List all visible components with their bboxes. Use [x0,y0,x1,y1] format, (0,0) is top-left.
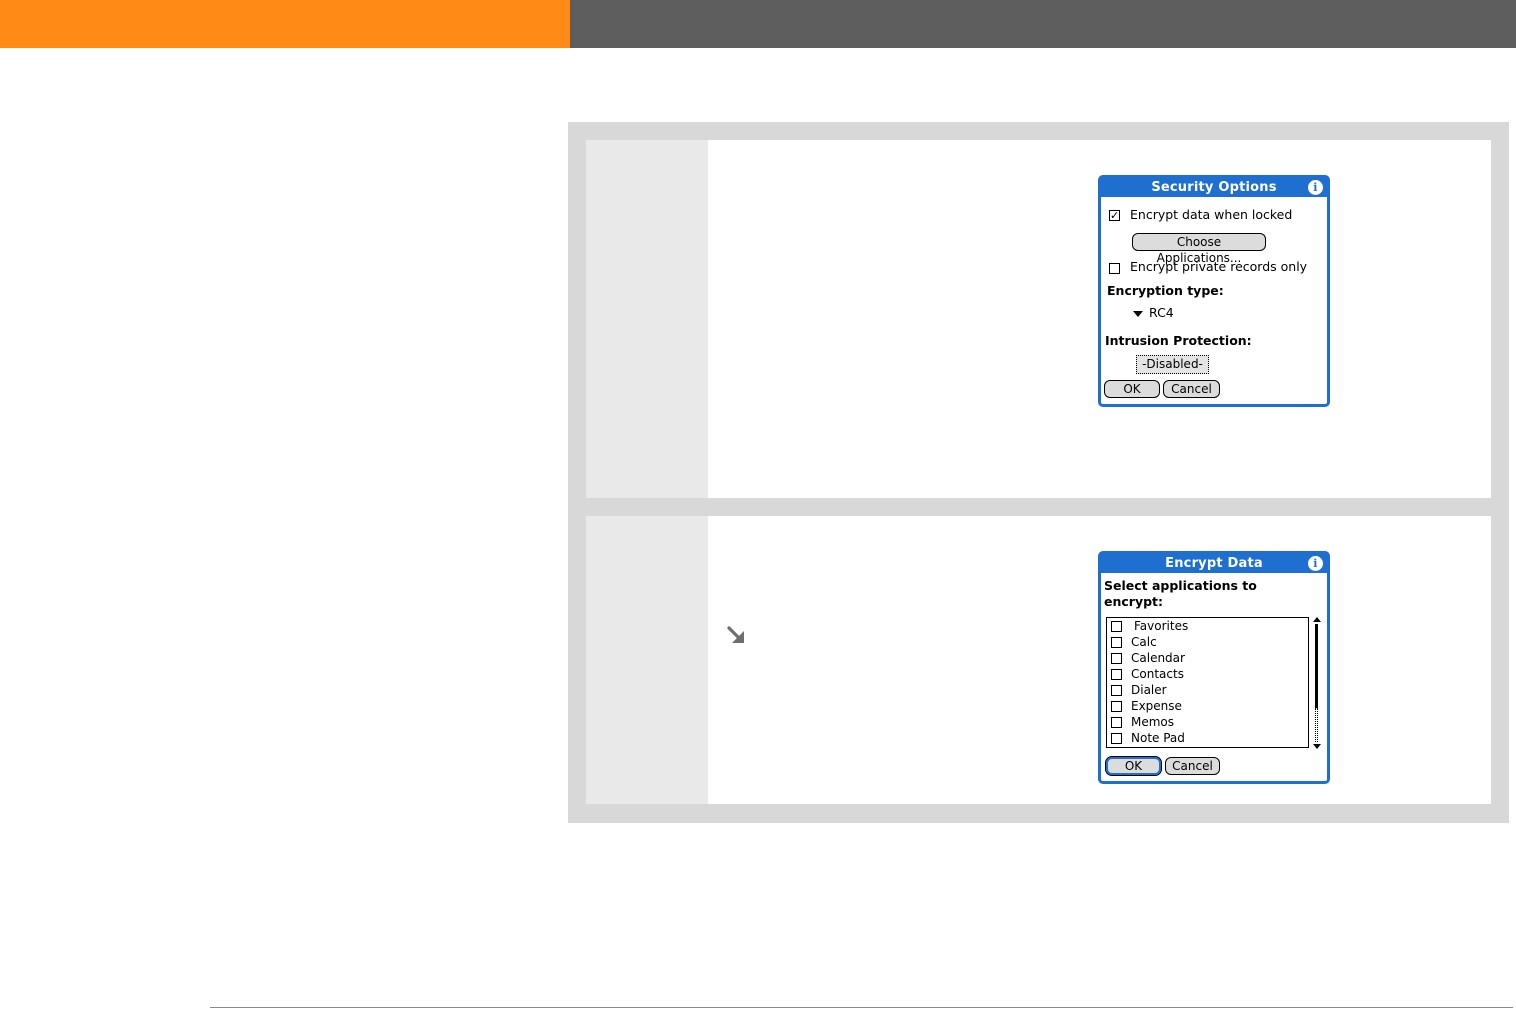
encryption-type-value[interactable]: RC4 [1149,305,1174,320]
steps-panel: Security Options i ✓ Encrypt data when l… [568,122,1509,823]
step-2-number-column [586,516,708,804]
app-checkbox[interactable] [1111,685,1122,696]
prompt-line-2: encrypt: [1104,594,1164,609]
app-checkbox[interactable] [1111,669,1122,680]
app-checkbox[interactable] [1111,621,1122,632]
encrypt-when-locked-label: Encrypt data when locked [1130,207,1293,222]
dialog-title: Security Options i [1101,178,1327,197]
scroll-up-arrow-icon[interactable] [1313,617,1321,622]
tip-arrow-icon [727,626,744,643]
intrusion-protection-selector[interactable]: -Disabled- [1136,355,1209,374]
app-checkbox[interactable] [1111,717,1122,728]
dropdown-triangle-icon[interactable] [1133,311,1143,317]
app-label: Calc [1131,635,1157,649]
scroll-thumb[interactable] [1315,624,1318,708]
app-checkbox[interactable] [1111,701,1122,712]
scroll-down-arrow-icon[interactable] [1313,744,1321,749]
dialog-title: Encrypt Data i [1101,554,1327,573]
security-options-dialog: Security Options i ✓ Encrypt data when l… [1098,175,1330,407]
encrypt-private-only-checkbox[interactable] [1109,263,1120,274]
list-item[interactable]: Favorites [1107,618,1308,634]
header-bar [570,0,1516,48]
list-scrollbar[interactable] [1312,617,1322,749]
prompt-line-1: Select applications to [1104,578,1257,593]
app-label: Expense [1131,699,1182,713]
dialog-title-text: Security Options [1151,180,1277,195]
footer-rule [210,1007,1513,1008]
app-label: Memos [1131,715,1175,729]
step-2-body: Encrypt Data i Select applications to en… [708,516,1491,804]
list-item[interactable]: Calc [1107,634,1308,650]
header-accent-bar [0,0,570,48]
ok-button[interactable]: OK [1104,380,1160,398]
dialog-title-text: Encrypt Data [1165,556,1263,571]
encryption-type-label: Encryption type: [1107,283,1224,298]
list-item[interactable]: Note Pad [1107,730,1308,746]
encrypt-when-locked-checkbox[interactable]: ✓ [1109,210,1120,221]
app-label: Contacts [1131,667,1184,681]
app-label: Calendar [1131,651,1185,665]
scroll-track[interactable] [1315,708,1318,742]
list-item[interactable]: Expense [1107,698,1308,714]
list-item[interactable]: Calendar [1107,650,1308,666]
intrusion-protection-label: Intrusion Protection: [1105,333,1252,348]
encrypt-data-dialog: Encrypt Data i Select applications to en… [1098,551,1330,784]
info-icon[interactable]: i [1308,180,1323,195]
info-icon[interactable]: i [1308,556,1323,571]
step-2: Encrypt Data i Select applications to en… [586,516,1491,804]
cancel-button[interactable]: Cancel [1165,757,1220,775]
list-item[interactable]: Memos [1107,714,1308,730]
application-list: Favorites Calc Calendar Contacts Dialer … [1106,617,1309,748]
choose-applications-button[interactable]: Choose Applications... [1132,233,1266,265]
encrypt-private-only-label: Encrypt private records only [1130,259,1308,274]
app-label: Dialer [1131,683,1167,697]
app-checkbox[interactable] [1111,637,1122,648]
ok-button[interactable]: OK [1105,756,1162,776]
step-1-body: Security Options i ✓ Encrypt data when l… [708,140,1491,498]
app-checkbox[interactable] [1111,653,1122,664]
app-checkbox[interactable] [1111,733,1122,744]
app-label: Note Pad [1131,731,1185,745]
app-label: Favorites [1134,619,1189,633]
step-1: Security Options i ✓ Encrypt data when l… [586,140,1491,498]
list-item[interactable]: Contacts [1107,666,1308,682]
list-item[interactable]: Dialer [1107,682,1308,698]
step-1-number-column [586,140,708,498]
cancel-button[interactable]: Cancel [1163,380,1220,398]
